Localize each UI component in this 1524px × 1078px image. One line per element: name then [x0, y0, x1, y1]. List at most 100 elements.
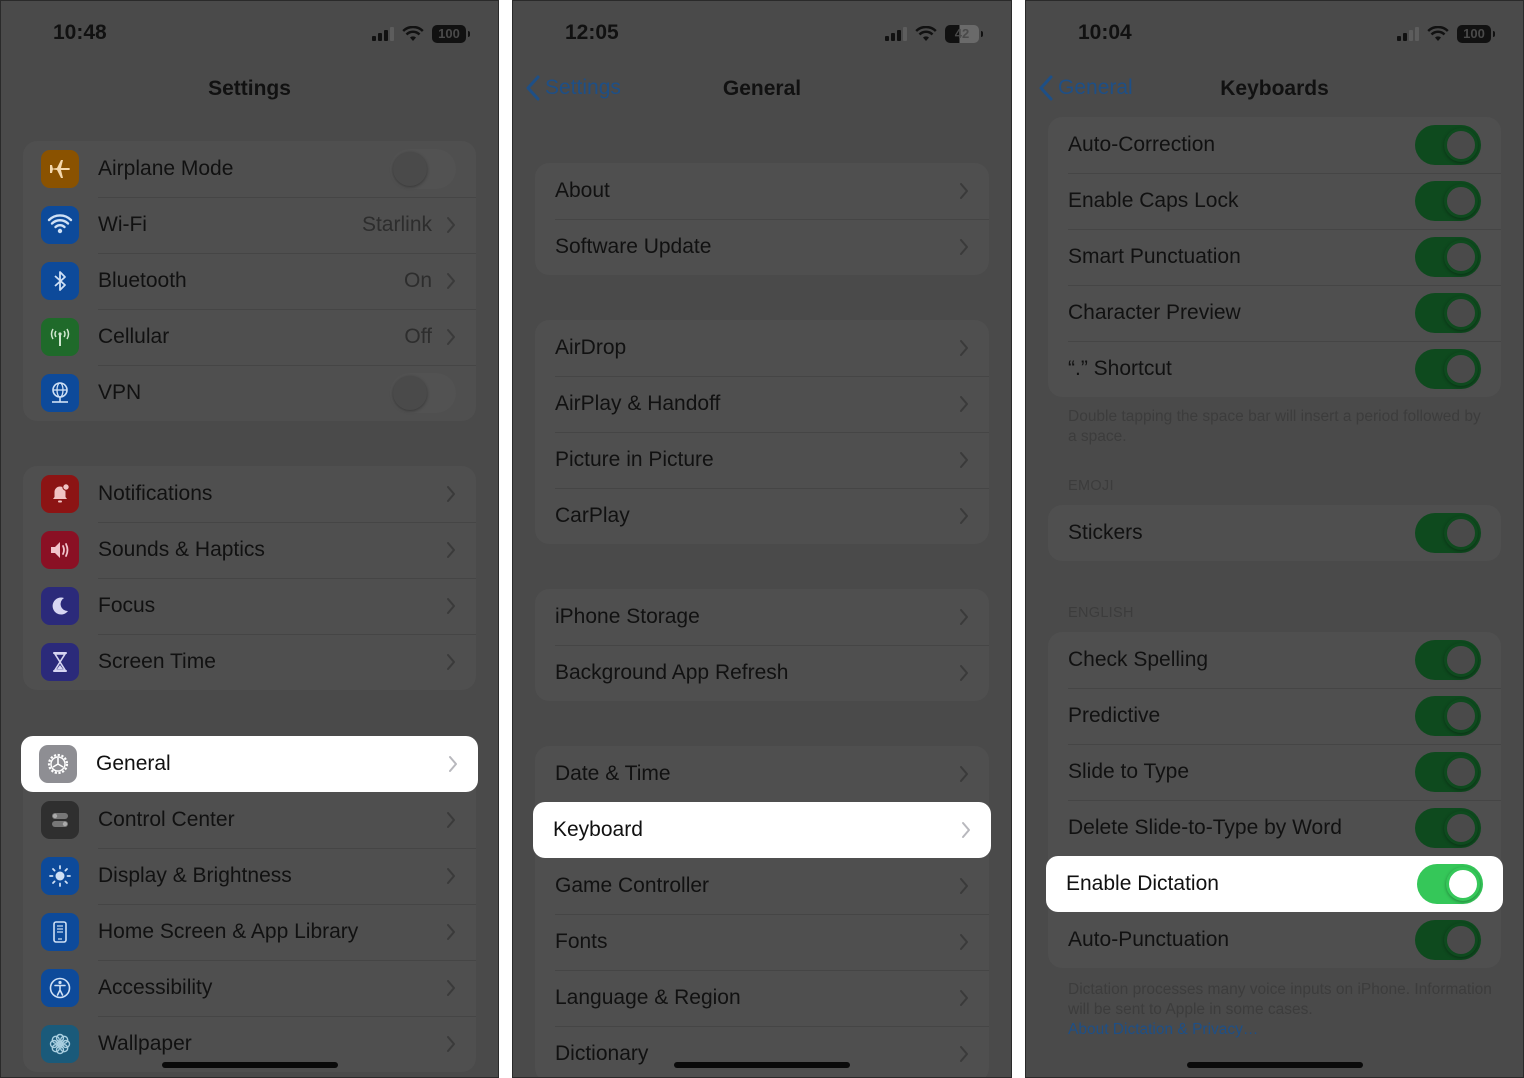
settings-row-cellular[interactable]: Cellular Off	[23, 309, 476, 365]
home-indicator[interactable]	[1186, 1062, 1363, 1068]
settings-row-picture-in-picture[interactable]: Picture in Picture	[535, 432, 989, 488]
settings-row-iphone-storage[interactable]: iPhone Storage	[535, 589, 989, 645]
slide-to-type-toggle[interactable]	[1415, 752, 1481, 792]
periodperiodperiod-shortcut-toggle[interactable]	[1415, 349, 1481, 389]
settings-row-carplay[interactable]: CarPlay	[535, 488, 989, 544]
settings-row-wi-fi[interactable]: Wi-Fi Starlink	[23, 197, 476, 253]
about-dictation-privacy-link[interactable]: About Dictation & Privacy…	[1068, 1021, 1258, 1038]
row-value: Starlink	[361, 213, 432, 236]
chevron-right-icon	[959, 989, 969, 1007]
row-label: Cellular	[98, 325, 170, 348]
settings-row-sounds-and-haptics[interactable]: Sounds & Haptics	[23, 522, 476, 578]
english-section-header: ENGLISH	[1068, 605, 1134, 621]
settings-row-language-and-region[interactable]: Language & Region	[535, 970, 989, 1026]
settings-row-smart-punctuation[interactable]: Smart Punctuation	[1048, 229, 1501, 285]
settings-row-check-spelling[interactable]: Check Spelling	[1048, 632, 1501, 688]
row-label: Focus	[98, 594, 156, 617]
settings-row-focus[interactable]: Focus	[23, 578, 476, 634]
settings-row-notifications[interactable]: Notifications	[23, 466, 476, 522]
settings-row-screen-time[interactable]: Screen Time	[23, 634, 476, 690]
chevron-right-icon	[959, 933, 969, 951]
settings-row-software-update[interactable]: Software Update	[535, 219, 989, 275]
settings-row-auto-punctuation[interactable]: Auto-Punctuation	[1048, 912, 1501, 968]
row-label: VPN	[98, 381, 142, 404]
status-bar: 12:05 42	[513, 19, 1011, 53]
chevron-right-icon	[446, 811, 456, 829]
auto-correction-toggle[interactable]	[1415, 125, 1481, 165]
settings-row-periodperiodperiod-shortcut[interactable]: “.” Shortcut	[1048, 341, 1501, 397]
settings-row-fonts[interactable]: Fonts	[535, 914, 989, 970]
predictive-toggle[interactable]	[1415, 696, 1481, 736]
speaker-icon	[41, 531, 79, 569]
row-label: “.” Shortcut	[1068, 357, 1172, 380]
row-value: On	[403, 269, 432, 292]
airplane-mode-toggle[interactable]	[390, 149, 456, 189]
enable-caps-lock-toggle[interactable]	[1415, 181, 1481, 221]
settings-row-keyboard[interactable]: Keyboard	[533, 802, 991, 858]
settings-row-predictive[interactable]: Predictive	[1048, 688, 1501, 744]
settings-row-background-app-refresh[interactable]: Background App Refresh	[535, 645, 989, 701]
auto-punctuation-toggle[interactable]	[1415, 920, 1481, 960]
enable-dictation-toggle[interactable]	[1417, 864, 1483, 904]
row-label: Auto-Punctuation	[1068, 928, 1230, 951]
chevron-right-icon	[446, 1035, 456, 1053]
settings-row-airdrop[interactable]: AirDrop	[535, 320, 989, 376]
row-label: Accessibility	[98, 976, 213, 999]
row-label: Fonts	[555, 930, 608, 953]
character-preview-toggle[interactable]	[1415, 293, 1481, 333]
settings-row-bluetooth[interactable]: Bluetooth On	[23, 253, 476, 309]
stickers-toggle[interactable]	[1415, 513, 1481, 553]
wifi-status-icon	[915, 26, 937, 41]
wifi-status-icon	[402, 26, 424, 41]
row-label: Delete Slide-to-Type by Word	[1068, 816, 1342, 839]
settings-row-display-and-brightness[interactable]: Display & Brightness	[23, 848, 476, 904]
smart-punctuation-toggle[interactable]	[1415, 237, 1481, 277]
wallpaper-flower-icon	[41, 1025, 79, 1063]
keyboards-screen: 10:04 100 General Keyboards Auto-Correct…	[1025, 0, 1524, 1078]
battery-indicator: 100	[432, 25, 470, 43]
row-label: Background App Refresh	[555, 661, 789, 684]
chevron-right-icon	[446, 653, 456, 671]
delete-slide-to-type-by-word-toggle[interactable]	[1415, 808, 1481, 848]
hourglass-icon	[41, 643, 79, 681]
settings-row-stickers[interactable]: Stickers	[1048, 505, 1501, 561]
notifications-group: Notifications Sounds & Haptics Focus Screen…	[23, 466, 476, 690]
settings-row-airplane-mode[interactable]: Airplane Mode	[23, 141, 476, 197]
chevron-right-icon	[446, 923, 456, 941]
settings-row-dictionary[interactable]: Dictionary	[535, 1026, 989, 1077]
chevron-right-icon	[959, 182, 969, 200]
vpn-toggle[interactable]	[390, 373, 456, 413]
row-label: About	[555, 179, 610, 202]
settings-row-accessibility[interactable]: Accessibility	[23, 960, 476, 1016]
settings-row-enable-caps-lock[interactable]: Enable Caps Lock	[1048, 173, 1501, 229]
settings-row-about[interactable]: About	[535, 163, 989, 219]
bluetooth-icon	[41, 262, 79, 300]
control-center-icon	[41, 801, 79, 839]
settings-row-game-controller[interactable]: Game Controller	[535, 858, 989, 914]
toggle-knob	[393, 376, 427, 410]
home-indicator[interactable]	[674, 1062, 850, 1068]
settings-row-character-preview[interactable]: Character Preview	[1048, 285, 1501, 341]
chevron-right-icon	[959, 238, 969, 256]
settings-row-airplay-and-handoff[interactable]: AirPlay & Handoff	[535, 376, 989, 432]
settings-row-date-and-time[interactable]: Date & Time	[535, 746, 989, 802]
connectivity-group: Airplane Mode Wi-Fi Starlink Bluetooth On Cel…	[23, 141, 476, 421]
settings-row-general[interactable]: General	[21, 736, 478, 792]
gear-icon	[39, 745, 77, 783]
settings-row-vpn[interactable]: VPN	[23, 365, 476, 421]
settings-row-enable-dictation[interactable]: Enable Dictation	[1046, 856, 1503, 912]
row-label: Home Screen & App Library	[98, 920, 359, 943]
settings-row-auto-correction[interactable]: Auto-Correction	[1048, 117, 1501, 173]
chevron-right-icon	[446, 597, 456, 615]
settings-row-home-screen-and-app-library[interactable]: Home Screen & App Library	[23, 904, 476, 960]
settings-row-delete-slide-to-type-by-word[interactable]: Delete Slide-to-Type by Word	[1048, 800, 1501, 856]
settings-row-slide-to-type[interactable]: Slide to Type	[1048, 744, 1501, 800]
check-spelling-toggle[interactable]	[1415, 640, 1481, 680]
settings-row-control-center[interactable]: Control Center	[23, 792, 476, 848]
home-indicator[interactable]	[161, 1062, 338, 1068]
chevron-right-icon	[961, 821, 971, 839]
chevron-right-icon	[448, 755, 458, 773]
system-group: General Control Center Display & Brightnes…	[21, 736, 478, 1072]
toggle-knob	[393, 152, 427, 186]
row-label: Auto-Correction	[1068, 133, 1216, 156]
